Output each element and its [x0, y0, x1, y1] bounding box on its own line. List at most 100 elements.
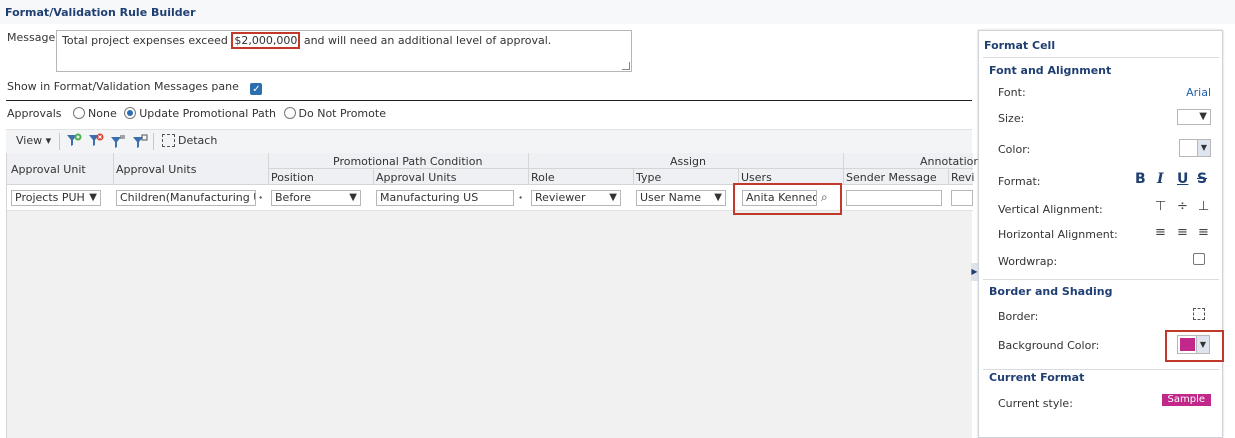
underline-icon[interactable]: U	[1177, 171, 1188, 187]
member-selector-icon[interactable]: ⬩	[259, 193, 262, 203]
chevron-down-icon: ▼	[349, 192, 357, 203]
chevron-down-icon: ▼	[714, 192, 722, 203]
align-center-icon[interactable]: ≡	[1177, 225, 1188, 240]
users-highlight	[733, 183, 842, 215]
strikethrough-icon[interactable]: S	[1197, 171, 1207, 187]
toolbar-separator	[153, 133, 154, 150]
wordwrap-checkbox[interactable]	[1193, 253, 1205, 265]
pp-approval-units-value: Manufacturing US	[380, 191, 479, 204]
halign-label: Horizontal Alignment:	[998, 228, 1118, 241]
approval-option-none[interactable]: None	[73, 107, 117, 120]
align-middle-icon[interactable]: ÷	[1177, 199, 1188, 214]
message-textarea[interactable]: Total project expenses exceed $2,000,000…	[56, 30, 632, 72]
header-position[interactable]: Position	[271, 171, 314, 184]
detach-icon	[162, 134, 175, 147]
message-label: Message	[7, 31, 56, 44]
sender-message-field[interactable]	[846, 190, 942, 206]
grid-header-left: Approval Unit Approval Units	[7, 153, 268, 185]
approval-option-update[interactable]: Update Promotional Path	[124, 107, 276, 120]
show-in-pane-checkbox[interactable]: ✓	[250, 83, 263, 95]
size-select[interactable]: ▼	[1177, 109, 1211, 125]
italic-icon[interactable]: I	[1157, 171, 1164, 187]
page-title: Format/Validation Rule Builder	[5, 6, 196, 19]
header-assign: Assign	[670, 155, 706, 168]
font-value-link[interactable]: Arial	[1186, 86, 1211, 99]
wordwrap-label: Wordwrap:	[998, 255, 1058, 268]
toolbar-separator	[59, 133, 60, 150]
border-label: Border:	[998, 310, 1039, 323]
current-style-label: Current style:	[998, 397, 1073, 410]
type-value: User Name	[640, 191, 702, 204]
message-amount-highlight: $2,000,000	[231, 32, 301, 49]
approval-units-value: Children(Manufacturing US	[120, 191, 256, 204]
radio-none-label: None	[88, 107, 117, 120]
chevron-down-icon: ▼	[1197, 140, 1210, 156]
approval-units-field[interactable]: Children(Manufacturing US	[116, 190, 256, 206]
chevron-down-icon: ▼	[609, 192, 617, 203]
add-filter-icon[interactable]	[66, 133, 82, 149]
radio-update-icon[interactable]	[124, 107, 137, 119]
collapse-panel-icon[interactable]: ▶	[971, 263, 978, 281]
align-bottom-icon[interactable]: ⊥	[1198, 199, 1209, 214]
header-type[interactable]: Type	[636, 171, 661, 184]
header-promo-path: Promotional Path Condition	[333, 155, 483, 168]
type-select[interactable]: User Name ▼	[636, 190, 726, 206]
pp-approval-units-field[interactable]: Manufacturing US	[376, 190, 514, 206]
bg-color-label: Background Color:	[998, 339, 1100, 352]
bg-color-picker[interactable]: ▼	[1177, 335, 1210, 354]
font-section-title: Font and Alignment	[989, 64, 1112, 77]
position-value: Before	[275, 191, 311, 204]
show-in-pane-label: Show in Format/Validation Messages pane	[7, 80, 239, 93]
border-icon[interactable]	[1193, 308, 1205, 320]
size-label: Size:	[998, 112, 1025, 125]
chevron-down-icon: ▼	[89, 192, 97, 203]
view-label: View	[16, 134, 43, 147]
approvals-label: Approvals	[7, 107, 62, 120]
divider	[983, 57, 1219, 58]
bold-icon[interactable]: B	[1135, 171, 1146, 187]
chevron-down-icon: ▼	[1196, 336, 1209, 353]
approval-unit-select[interactable]: Projects PUH ▼	[11, 190, 101, 206]
resize-handle-icon[interactable]	[622, 62, 630, 70]
radio-donotpromote-icon[interactable]	[283, 107, 296, 119]
panel-title: Format Cell	[984, 39, 1056, 52]
font-label: Font:	[998, 86, 1026, 99]
format-label: Format:	[998, 175, 1041, 188]
position-select[interactable]: Before ▼	[271, 190, 361, 206]
role-select[interactable]: Reviewer ▼	[531, 190, 621, 206]
rule-grid: Promotional Path Condition Assign Annota…	[6, 153, 980, 438]
message-text-before: Total project expenses exceed	[62, 34, 232, 47]
grid-toolbar: View ▾ Detach	[6, 129, 972, 153]
valign-label: Vertical Alignment:	[998, 203, 1103, 216]
chevron-down-icon: ▼	[1199, 111, 1207, 122]
filter-up-icon[interactable]	[110, 133, 126, 149]
divider	[983, 279, 1219, 280]
align-right-icon[interactable]: ≡	[1198, 225, 1209, 240]
header-role[interactable]: Role	[531, 171, 555, 184]
remove-filter-icon[interactable]	[88, 133, 104, 149]
header-approval-units[interactable]: Approval Units	[116, 163, 196, 176]
revi-field[interactable]	[951, 190, 973, 206]
filter-down-icon[interactable]	[132, 133, 148, 149]
header-approval-unit[interactable]: Approval Unit	[11, 163, 86, 176]
header-sender-message[interactable]: Sender Message	[846, 171, 937, 184]
view-menu-button[interactable]: View ▾	[16, 134, 51, 147]
member-selector-icon[interactable]: ⬩	[519, 193, 522, 203]
show-in-pane-row: Show in Format/Validation Messages pane …	[7, 80, 263, 95]
approval-option-donotpromote[interactable]: Do Not Promote	[283, 107, 386, 120]
align-left-icon[interactable]: ≡	[1155, 225, 1166, 240]
header-revi[interactable]: Revi	[951, 171, 974, 184]
font-color-picker[interactable]: ▼	[1179, 139, 1211, 157]
detach-button[interactable]: Detach	[162, 134, 217, 147]
color-label: Color:	[998, 143, 1031, 156]
current-style-sample: Sample	[1161, 394, 1211, 406]
bg-color-swatch	[1180, 338, 1195, 351]
divider	[6, 100, 972, 101]
radio-update-label: Update Promotional Path	[139, 107, 277, 120]
radio-none-icon[interactable]	[73, 107, 86, 119]
approvals-row: Approvals None Update Promotional Path D…	[7, 107, 386, 120]
header-pp-approval-units[interactable]: Approval Units	[376, 171, 456, 184]
radio-donotpromote-label: Do Not Promote	[298, 107, 386, 120]
message-text-after: and will need an additional level of app…	[300, 34, 552, 47]
align-top-icon[interactable]: ⊤	[1155, 199, 1166, 214]
